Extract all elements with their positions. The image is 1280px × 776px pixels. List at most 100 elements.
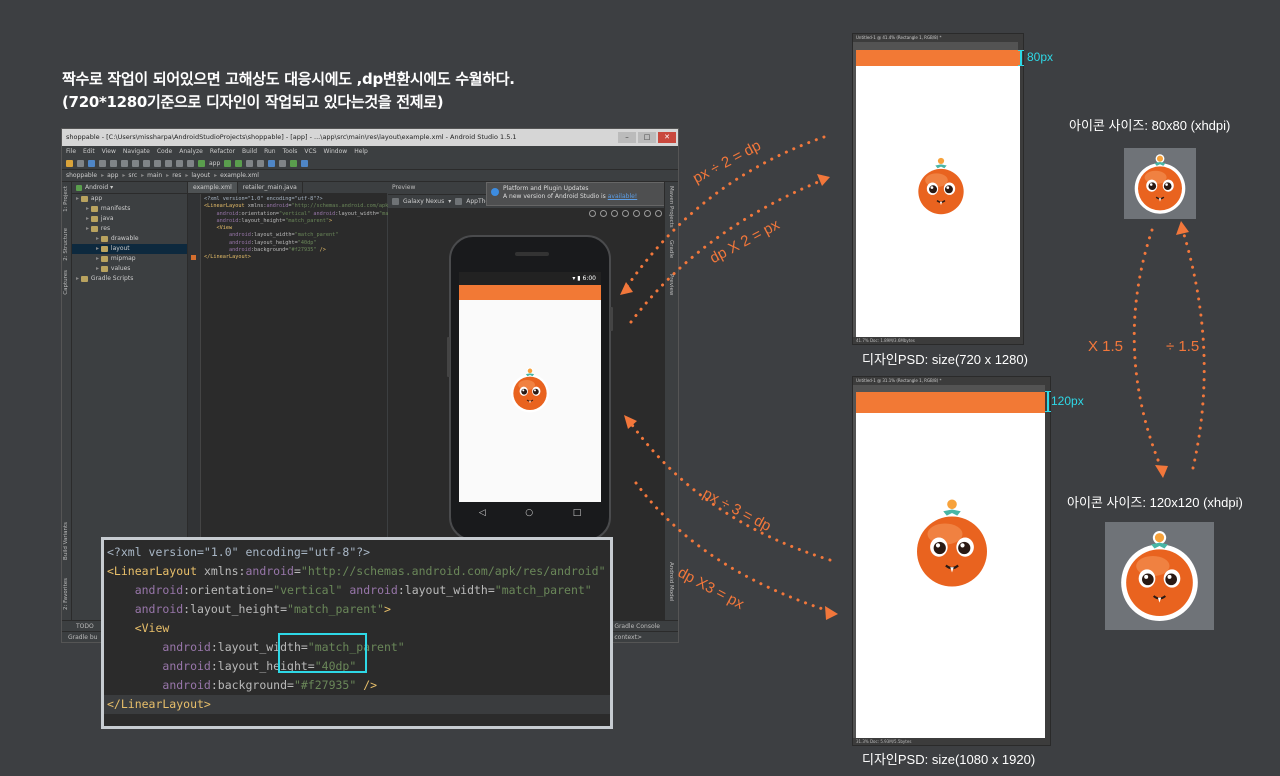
update-available-link[interactable]: available! bbox=[608, 193, 638, 200]
tree-item-label: layout bbox=[110, 245, 130, 252]
tab-retailer-main[interactable]: retailer_main.java bbox=[238, 182, 303, 193]
tool-window-build-variants[interactable]: Build Variants bbox=[63, 522, 69, 560]
breadcrumb-item[interactable]: example.xml bbox=[214, 170, 259, 181]
update-notification[interactable]: Platform and Plugin Updates A new versio… bbox=[486, 182, 666, 206]
menu-item-code[interactable]: Code bbox=[157, 146, 172, 157]
sdk-manager-icon[interactable] bbox=[268, 159, 276, 167]
tree-item-layout[interactable]: ▸ layout bbox=[72, 244, 187, 254]
device-monitor-icon[interactable] bbox=[290, 159, 298, 167]
find-icon[interactable] bbox=[154, 159, 161, 167]
orientation-icon[interactable] bbox=[455, 198, 463, 205]
tool-window-maven[interactable]: Maven Projects bbox=[668, 186, 674, 228]
tool-window-favorites[interactable]: 2: Favorites bbox=[63, 578, 69, 610]
psd-scrollbar[interactable] bbox=[1045, 385, 1050, 738]
tool-window-android-model[interactable]: Android Model bbox=[668, 562, 674, 602]
folder-icon bbox=[100, 255, 108, 262]
settings-icon[interactable] bbox=[655, 210, 662, 217]
menu-item-edit[interactable]: Edit bbox=[83, 146, 95, 157]
tree-item-res[interactable]: ▸ res bbox=[72, 224, 187, 234]
menu-item-window[interactable]: Window bbox=[324, 146, 348, 157]
menu-item-refactor[interactable]: Refactor bbox=[210, 146, 235, 157]
psd-canvas-720 bbox=[856, 50, 1020, 339]
help-icon[interactable] bbox=[301, 159, 309, 167]
sync-icon[interactable] bbox=[88, 159, 95, 167]
open-folder-icon[interactable] bbox=[66, 159, 73, 167]
breadcrumb-item[interactable]: src bbox=[122, 170, 137, 181]
tool-window-gradle[interactable]: Gradle bbox=[668, 240, 674, 258]
tree-item-java[interactable]: ▸ java bbox=[72, 214, 187, 224]
undo-icon[interactable] bbox=[99, 159, 106, 167]
screenshot-icon[interactable] bbox=[644, 210, 651, 217]
breadcrumb-item[interactable]: res bbox=[166, 170, 181, 181]
tool-window-gradle-console[interactable]: Gradle Console bbox=[614, 621, 660, 632]
zoom-out-icon[interactable] bbox=[611, 210, 618, 217]
tab-example-xml[interactable]: example.xml bbox=[188, 182, 238, 193]
run-config-select[interactable]: app bbox=[209, 160, 220, 167]
maximize-button[interactable]: □ bbox=[638, 132, 656, 143]
menu-item-help[interactable]: Help bbox=[354, 146, 368, 157]
menu-item-build[interactable]: Build bbox=[242, 146, 257, 157]
psd-caption-1080: 디자인PSD: size(1080 x 1920) bbox=[862, 752, 1036, 767]
menu-item-analyze[interactable]: Analyze bbox=[179, 146, 203, 157]
nav-home-icon[interactable]: ○ bbox=[525, 508, 533, 518]
editor-tabs: example.xml retailer_main.java bbox=[188, 182, 387, 194]
nav-back-icon[interactable]: ◁ bbox=[479, 508, 486, 518]
tool-window-structure[interactable]: 2: Structure bbox=[63, 228, 69, 261]
icon-sample-80 bbox=[1124, 148, 1196, 219]
project-view-select[interactable]: Android ▾ bbox=[72, 182, 187, 194]
breadcrumb-item[interactable]: layout bbox=[185, 170, 210, 181]
zoom-fit-icon[interactable] bbox=[589, 210, 596, 217]
menu-item-tools[interactable]: Tools bbox=[283, 146, 298, 157]
zoom-in-icon[interactable] bbox=[600, 210, 607, 217]
refresh-icon[interactable] bbox=[633, 210, 640, 217]
tool-window-todo[interactable]: TODO bbox=[76, 623, 94, 630]
arrowhead bbox=[1155, 465, 1168, 478]
psd-window-1080: Untitled-1 @ 31.1% (Rectangle 1, RGB/8) … bbox=[852, 376, 1051, 746]
phone-nav-bar: ◁ ○ □ bbox=[459, 502, 601, 524]
device-select[interactable]: Galaxy Nexus bbox=[403, 198, 444, 205]
breadcrumb-item[interactable]: shoppable bbox=[66, 170, 97, 181]
menu-item-run[interactable]: Run bbox=[264, 146, 276, 157]
phone-power-button bbox=[610, 307, 613, 331]
folder-icon bbox=[100, 265, 108, 272]
zoom-actual-icon[interactable] bbox=[622, 210, 629, 217]
run-icon[interactable] bbox=[224, 159, 232, 167]
tool-window-captures[interactable]: Captures bbox=[63, 270, 69, 295]
chevron-down-icon: ▾ bbox=[108, 184, 114, 191]
minimize-button[interactable]: – bbox=[618, 132, 636, 143]
close-button[interactable]: ✕ bbox=[658, 132, 676, 143]
tree-item-values[interactable]: ▸ values bbox=[72, 264, 187, 274]
copy-icon[interactable] bbox=[132, 159, 139, 167]
tool-window-project[interactable]: 1: Project bbox=[63, 186, 69, 212]
cut-icon[interactable] bbox=[121, 159, 128, 167]
tree-item-drawable[interactable]: ▸ drawable bbox=[72, 234, 187, 244]
notification-title: Platform and Plugin Updates bbox=[503, 185, 589, 192]
debug-icon[interactable] bbox=[235, 159, 243, 167]
stop-icon[interactable] bbox=[257, 159, 265, 167]
breadcrumb-item[interactable]: main bbox=[141, 170, 162, 181]
avd-manager-icon[interactable] bbox=[279, 159, 287, 167]
tool-window-preview[interactable]: Preview bbox=[668, 274, 674, 295]
menu-item-view[interactable]: View bbox=[102, 146, 116, 157]
tree-item-gradle-scripts[interactable]: ▸ Gradle Scripts bbox=[72, 274, 187, 284]
nav-recent-icon[interactable]: □ bbox=[573, 508, 582, 518]
menu-item-file[interactable]: File bbox=[66, 146, 76, 157]
tree-item-app[interactable]: ▸ app bbox=[72, 194, 187, 204]
paste-icon[interactable] bbox=[143, 159, 150, 167]
breadcrumb-item[interactable]: app bbox=[101, 170, 118, 181]
android-icon bbox=[76, 184, 82, 191]
menu-item-vcs[interactable]: VCS bbox=[304, 146, 316, 157]
tree-item-label: manifests bbox=[100, 205, 131, 212]
phone-status-bar: ▾ ▮ 6:00 bbox=[459, 272, 601, 285]
save-icon[interactable] bbox=[77, 159, 84, 167]
forward-icon[interactable] bbox=[187, 159, 194, 167]
tree-item-label: app bbox=[90, 195, 103, 202]
code-line-5: <View bbox=[134, 621, 170, 635]
tree-item-mipmap[interactable]: ▸ mipmap bbox=[72, 254, 187, 264]
redo-icon[interactable] bbox=[110, 159, 117, 167]
tree-item-manifests[interactable]: ▸ manifests bbox=[72, 204, 187, 214]
replace-icon[interactable] bbox=[165, 159, 172, 167]
back-icon[interactable] bbox=[176, 159, 183, 167]
menu-item-navigate[interactable]: Navigate bbox=[123, 146, 150, 157]
attach-icon[interactable] bbox=[246, 159, 254, 167]
